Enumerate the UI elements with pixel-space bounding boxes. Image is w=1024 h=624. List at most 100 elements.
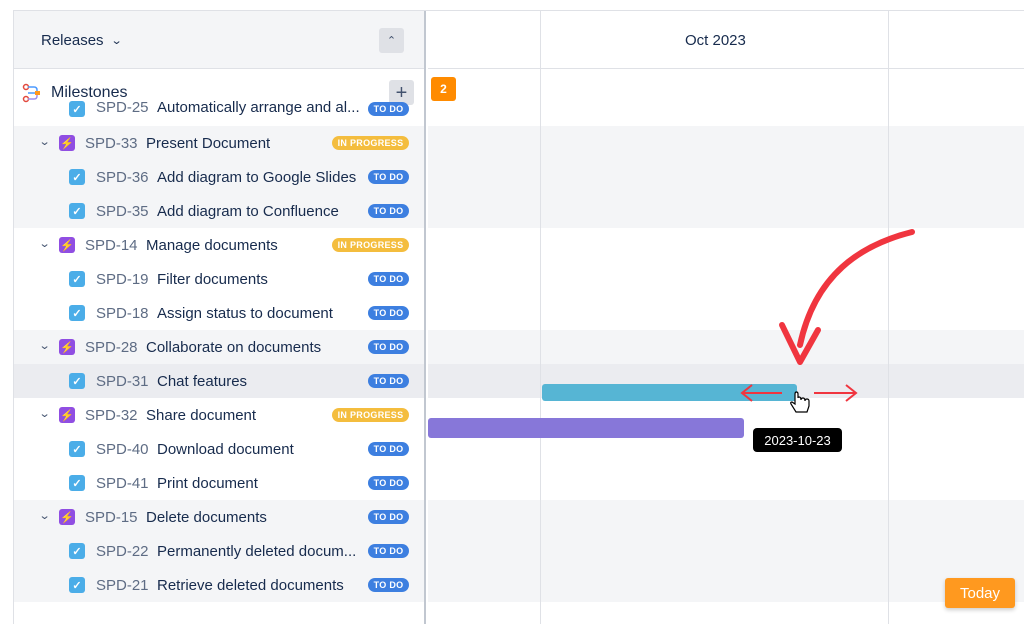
issue-key[interactable]: SPD-36 [96,169,149,186]
timeline-header: Oct 2023 [428,11,1024,69]
issue-title[interactable]: Permanently deleted docum... [157,543,356,560]
status-badge: TO DO [368,544,409,558]
epic-row[interactable]: ⌄ ⚡ SPD-15 Delete documents TO DO [14,500,424,534]
chevron-down-icon[interactable]: ⌄ [39,339,51,352]
status-badge: IN PROGRESS [332,136,409,150]
issue-row[interactable]: ✓ SPD-18 Assign status to document TO DO [14,296,424,330]
issue-key[interactable]: SPD-25 [96,99,149,116]
issue-key[interactable]: SPD-15 [85,509,138,526]
status-badge: IN PROGRESS [332,408,409,422]
task-bar-spd-31[interactable] [542,384,797,401]
issue-title[interactable]: Print document [157,475,258,492]
issue-row[interactable]: ✓ SPD-35 Add diagram to Confluence TO DO [14,194,424,228]
chevron-down-icon[interactable]: ⌄ [39,509,51,522]
epic-row[interactable]: ⌄ ⚡ SPD-32 Share document IN PROGRESS [14,398,424,432]
issue-key[interactable]: SPD-14 [85,237,138,254]
epic-row[interactable]: ⌄ ⚡ SPD-28 Collaborate on documents TO DO [14,330,424,364]
issue-title[interactable]: Collaborate on documents [146,339,321,356]
issue-row[interactable]: ✓ SPD-22 Permanently deleted docum... TO DO [14,534,424,568]
timeline-row-band [428,194,1024,228]
issue-title[interactable]: Add diagram to Google Slides [157,169,356,186]
issue-title[interactable]: Automatically arrange and al... [157,99,360,116]
checkbox-icon: ✓ [69,475,85,491]
list-header: Releases ⌄ ⌃ [14,11,424,69]
issue-key[interactable]: SPD-31 [96,373,149,390]
header-divider [888,11,889,69]
issue-title[interactable]: Assign status to document [157,305,333,322]
issue-key[interactable]: SPD-22 [96,543,149,560]
issue-row[interactable]: ✓ SPD-31 Chat features TO DO [14,364,424,398]
checkbox-icon: ✓ [69,271,85,287]
issue-key[interactable]: SPD-41 [96,475,149,492]
collapse-button[interactable]: ⌃ [379,28,404,53]
issue-title[interactable]: Share document [146,407,256,424]
issue-key[interactable]: SPD-35 [96,203,149,220]
epic-row[interactable]: ⌄ ⚡ SPD-33 Present Document IN PROGRESS [14,126,424,160]
issue-title[interactable]: Delete documents [146,509,267,526]
issue-row[interactable]: ✓ SPD-21 Retrieve deleted documents TO DO [14,568,424,602]
issue-key[interactable]: SPD-32 [85,407,138,424]
checkbox-icon: ✓ [69,169,85,185]
issue-key[interactable]: SPD-28 [85,339,138,356]
issue-list-pane: Releases ⌄ ⌃ Milestones + ✓ SPD-25 Automat… [14,11,426,624]
checkbox-icon: ✓ [69,577,85,593]
checkbox-icon: ✓ [69,543,85,559]
issue-row[interactable]: ✓ SPD-41 Print document TO DO [14,466,424,500]
status-badge: TO DO [368,170,409,184]
checkbox-icon: ✓ [69,373,85,389]
issue-rows: ✓ SPD-25 Automatically arrange and al... TO… [14,99,424,602]
epic-bar-spd-32[interactable] [428,418,744,438]
epic-row[interactable]: ⌄ ⚡ SPD-14 Manage documents IN PROGRESS [14,228,424,262]
status-badge: TO DO [368,272,409,286]
chevron-down-icon[interactable]: ⌄ [39,237,51,250]
issue-key[interactable]: SPD-19 [96,271,149,288]
milestone-count-badge[interactable]: 2 [431,77,456,101]
timeline-row-band [428,534,1024,568]
timeline-row-band [428,160,1024,194]
issue-row[interactable]: ✓ SPD-25 Automatically arrange and al... TO… [14,99,424,126]
grid-line [888,11,889,624]
issue-key[interactable]: SPD-21 [96,577,149,594]
chevron-down-icon[interactable]: ⌄ [39,135,51,148]
issue-title[interactable]: Chat features [157,373,247,390]
status-badge: TO DO [368,510,409,524]
releases-label: Releases [41,32,104,49]
status-badge: TO DO [368,340,409,354]
issue-row[interactable]: ✓ SPD-19 Filter documents TO DO [14,262,424,296]
issue-title[interactable]: Manage documents [146,237,278,254]
lightning-icon: ⚡ [59,339,75,355]
chevron-down-icon[interactable]: ⌄ [39,407,51,420]
status-badge: TO DO [368,476,409,490]
header-divider [540,11,541,69]
issue-title[interactable]: Present Document [146,135,270,152]
collapse-up-icon: ⌃ [386,35,397,47]
timeline-row-band [428,330,1024,364]
lightning-icon: ⚡ [59,135,75,151]
status-badge: TO DO [368,578,409,592]
issue-title[interactable]: Add diagram to Confluence [157,203,339,220]
timeline-pane: Oct 2023 2 2023-10-23 Today [428,11,1024,624]
issue-row[interactable]: ✓ SPD-40 Download document TO DO [14,432,424,466]
issue-row[interactable]: ✓ SPD-36 Add diagram to Google Slides TO DO [14,160,424,194]
status-badge: IN PROGRESS [332,238,409,252]
issue-key[interactable]: SPD-40 [96,441,149,458]
issue-title[interactable]: Retrieve deleted documents [157,577,344,594]
issue-key[interactable]: SPD-33 [85,135,138,152]
checkbox-icon: ✓ [69,441,85,457]
lightning-icon: ⚡ [59,237,75,253]
plus-icon: + [395,81,408,104]
issue-key[interactable]: SPD-18 [96,305,149,322]
today-button[interactable]: Today [945,578,1015,608]
issue-title[interactable]: Filter documents [157,271,268,288]
releases-dropdown[interactable]: Releases ⌄ [41,32,122,49]
lightning-icon: ⚡ [59,407,75,423]
roadmap-app: Releases ⌄ ⌃ Milestones + ✓ SPD-25 Automat… [13,10,1024,624]
timeline-row-band [428,126,1024,160]
month-label: Oct 2023 [685,32,746,49]
issue-title[interactable]: Download document [157,441,294,458]
checkbox-icon: ✓ [69,203,85,219]
status-badge: TO DO [368,102,409,116]
timeline-row-band [428,568,1024,602]
milestones-icon [22,83,40,103]
status-badge: TO DO [368,374,409,388]
